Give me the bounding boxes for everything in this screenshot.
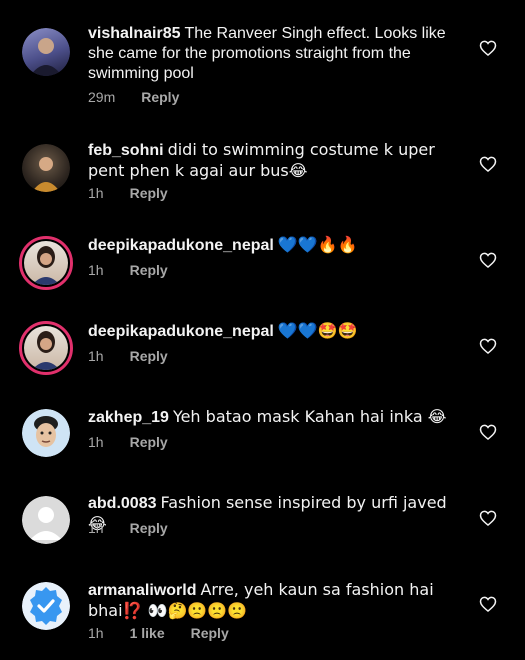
comment-username[interactable]: abd.0083 (88, 495, 156, 512)
reply-button[interactable]: Reply (141, 89, 179, 105)
comment-time: 29m (88, 89, 116, 105)
reply-button[interactable]: Reply (130, 185, 168, 201)
avatar[interactable] (22, 582, 70, 630)
story-ring-photo-icon (24, 326, 68, 370)
comment-username[interactable]: zakhep_19 (88, 409, 169, 426)
like-count[interactable]: 1 like (130, 625, 165, 641)
comment-meta: 1h Reply (88, 434, 168, 450)
heart-icon[interactable] (478, 336, 498, 356)
avatar[interactable] (22, 496, 70, 544)
comment-meta: 1h Reply (88, 185, 168, 201)
comment-time: 1h (88, 348, 104, 364)
comment-message: 💙💙🤩🤩 (277, 321, 358, 340)
comment-time: 1h (88, 262, 104, 278)
heart-icon[interactable] (478, 508, 498, 528)
heart-icon[interactable] (478, 422, 498, 442)
comment-username[interactable]: armanaliworld (88, 582, 196, 599)
comment-time: 1h (88, 520, 104, 536)
reply-button[interactable]: Reply (191, 625, 229, 641)
reply-button[interactable]: Reply (130, 434, 168, 450)
comment-text: vishalnair85 The Ranveer Singh effect. Lo… (88, 24, 448, 84)
comment-text: armanaliworld Arre, yeh kaun sa fashion h… (88, 580, 448, 622)
comment-meta: 1h Reply (88, 262, 168, 278)
default-avatar-icon (22, 496, 70, 544)
comment-time: 1h (88, 625, 104, 641)
comment-meta: 1h Reply (88, 520, 168, 536)
avatar[interactable] (22, 409, 70, 457)
avatar[interactable] (22, 28, 70, 76)
comment-text: deepikapadukone_nepal 💙💙🔥🔥 (88, 235, 448, 256)
comment-message: 💙💙🔥🔥 (277, 235, 358, 254)
avatar[interactable] (19, 236, 73, 290)
reply-button[interactable]: Reply (130, 262, 168, 278)
comments-list: vishalnair85 The Ranveer Singh effect. Lo… (0, 0, 525, 660)
verified-badge-icon (22, 582, 70, 630)
reply-button[interactable]: Reply (130, 520, 168, 536)
heart-icon[interactable] (478, 38, 498, 58)
heart-icon[interactable] (478, 154, 498, 174)
comment-message: Yeh batao mask Kahan hai inka 😂 (172, 407, 447, 426)
comment-text: zakhep_19 Yeh batao mask Kahan hai inka 😂 (88, 407, 448, 428)
comment-meta: 1h 1 like Reply (88, 625, 229, 641)
heart-icon[interactable] (478, 250, 498, 270)
person-photo-icon (22, 144, 70, 192)
comment-text: deepikapadukone_nepal 💙💙🤩🤩 (88, 321, 448, 342)
comment-text: feb_sohni didi to swimming costume k uper… (88, 140, 448, 182)
comment-username[interactable]: deepikapadukone_nepal (88, 323, 274, 340)
comment-username[interactable]: feb_sohni (88, 142, 164, 159)
comment-username[interactable]: vishalnair85 (88, 25, 181, 42)
person-photo-icon (22, 28, 70, 76)
avatar[interactable] (19, 321, 73, 375)
comment-time: 1h (88, 434, 104, 450)
comment-time: 1h (88, 185, 104, 201)
avatar[interactable] (22, 144, 70, 192)
comment-meta: 1h Reply (88, 348, 168, 364)
comment-meta: 29m Reply (88, 89, 179, 105)
comment-username[interactable]: deepikapadukone_nepal (88, 237, 274, 254)
story-ring-photo-icon (24, 241, 68, 285)
cartoon-face-icon (22, 409, 70, 457)
reply-button[interactable]: Reply (130, 348, 168, 364)
heart-icon[interactable] (478, 594, 498, 614)
